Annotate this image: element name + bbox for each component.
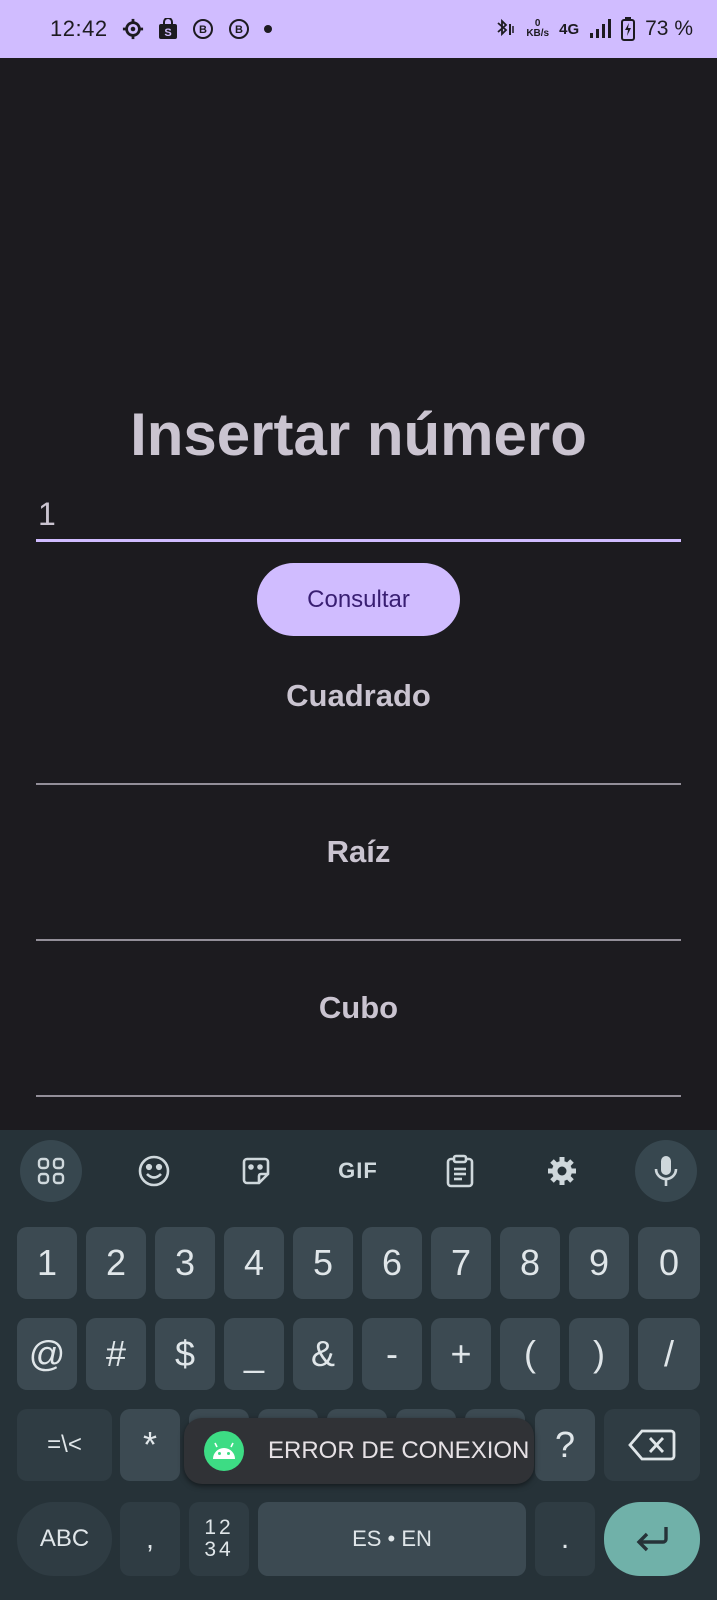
b-circle-icon: B bbox=[192, 18, 214, 40]
status-time: 12:42 bbox=[50, 16, 108, 41]
key-plus[interactable]: + bbox=[431, 1318, 491, 1390]
key-paren-close[interactable]: ) bbox=[569, 1318, 629, 1390]
battery-percent: 73 % bbox=[645, 17, 693, 40]
status-bar: 12:42 S B B 0 KB/s 4G 73 % bbox=[0, 0, 717, 58]
battery-charging-icon bbox=[621, 17, 636, 41]
key-question[interactable]: ? bbox=[535, 1409, 595, 1481]
result-label-root: Raíz bbox=[326, 834, 391, 869]
mic-icon[interactable] bbox=[635, 1140, 697, 1202]
clipboard-icon[interactable] bbox=[429, 1140, 491, 1202]
key-asterisk[interactable]: * bbox=[120, 1409, 180, 1481]
number-input[interactable] bbox=[36, 492, 681, 536]
key-6[interactable]: 6 bbox=[362, 1227, 422, 1299]
key-more-symbols[interactable]: =\< bbox=[17, 1409, 112, 1481]
numpad-key-top: 12 bbox=[204, 1516, 234, 1539]
consult-button[interactable]: Consultar bbox=[257, 563, 460, 636]
key-at[interactable]: @ bbox=[17, 1318, 77, 1390]
key-minus[interactable]: - bbox=[362, 1318, 422, 1390]
svg-text:B: B bbox=[235, 24, 243, 36]
status-bar-right: 0 KB/s 4G 73 % bbox=[492, 17, 693, 41]
net-speed: 0 KB/s bbox=[526, 19, 549, 39]
numpad-key[interactable]: 12 34 bbox=[189, 1502, 249, 1576]
key-ampersand[interactable]: & bbox=[293, 1318, 353, 1390]
error-toast: ERROR DE CONEXION bbox=[184, 1418, 534, 1484]
page-title: Insertar número bbox=[130, 401, 587, 468]
key-comma[interactable]: , bbox=[120, 1502, 180, 1576]
number-input-field[interactable] bbox=[36, 492, 681, 542]
emoji-icon[interactable] bbox=[123, 1140, 185, 1202]
enter-key[interactable] bbox=[604, 1502, 700, 1576]
key-2[interactable]: 2 bbox=[86, 1227, 146, 1299]
result-field-cube bbox=[36, 1095, 681, 1097]
shopping-bag-icon: S bbox=[158, 18, 178, 40]
settings-gear-icon bbox=[122, 18, 144, 40]
key-7[interactable]: 7 bbox=[431, 1227, 491, 1299]
key-3[interactable]: 3 bbox=[155, 1227, 215, 1299]
key-5[interactable]: 5 bbox=[293, 1227, 353, 1299]
key-9[interactable]: 9 bbox=[569, 1227, 629, 1299]
gif-icon[interactable]: GIF bbox=[327, 1140, 389, 1202]
key-0[interactable]: 0 bbox=[638, 1227, 700, 1299]
settings-icon[interactable] bbox=[531, 1140, 593, 1202]
net-speed-unit: KB/s bbox=[526, 28, 550, 39]
b-circle-icon: B bbox=[228, 18, 250, 40]
key-dollar[interactable]: $ bbox=[155, 1318, 215, 1390]
key-paren-open[interactable]: ( bbox=[500, 1318, 560, 1390]
key-4[interactable]: 4 bbox=[224, 1227, 284, 1299]
numpad-key-bottom: 34 bbox=[204, 1538, 234, 1561]
sticker-icon[interactable] bbox=[225, 1140, 287, 1202]
result-field-square bbox=[36, 783, 681, 785]
backspace-icon bbox=[628, 1429, 676, 1461]
status-bar-left: 12:42 S B B bbox=[50, 16, 272, 42]
key-8[interactable]: 8 bbox=[500, 1227, 560, 1299]
apps-grid-icon[interactable] bbox=[20, 1140, 82, 1202]
network-type: 4G bbox=[559, 20, 580, 38]
key-1[interactable]: 1 bbox=[17, 1227, 77, 1299]
abc-key[interactable]: ABC bbox=[17, 1502, 112, 1576]
keyboard-toolbar: GIF bbox=[0, 1130, 717, 1212]
result-field-root bbox=[36, 939, 681, 941]
result-label-square: Cuadrado bbox=[286, 678, 431, 713]
svg-text:S: S bbox=[164, 27, 171, 39]
key-underscore[interactable]: _ bbox=[224, 1318, 284, 1390]
bluetooth-vibrate-icon bbox=[492, 18, 516, 40]
toast-message: ERROR DE CONEXION bbox=[268, 1437, 530, 1464]
signal-icon bbox=[589, 19, 612, 39]
key-period[interactable]: . bbox=[535, 1502, 595, 1576]
android-icon bbox=[204, 1431, 244, 1471]
backspace-key[interactable] bbox=[604, 1409, 700, 1481]
key-hash[interactable]: # bbox=[86, 1318, 146, 1390]
dot-icon bbox=[263, 25, 272, 33]
result-label-cube: Cubo bbox=[318, 990, 399, 1025]
space-key[interactable]: ES • EN bbox=[258, 1502, 526, 1576]
enter-icon bbox=[636, 1527, 668, 1552]
svg-text:B: B bbox=[199, 24, 207, 36]
key-slash[interactable]: / bbox=[638, 1318, 700, 1390]
